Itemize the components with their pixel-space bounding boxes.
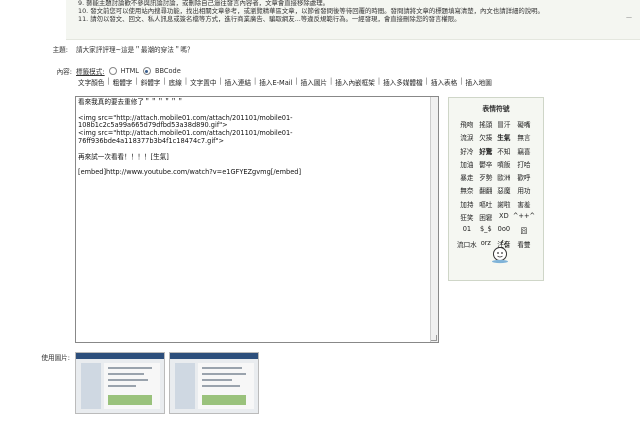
toolbar-button[interactable]: 文字置中 (188, 77, 218, 87)
emoticon-button[interactable]: 害羞 (513, 199, 535, 209)
subject-value[interactable]: 請大家評評理~這是＂最潮的穿法＂嗎？ (76, 44, 194, 54)
emoticon-button[interactable]: 加油 (457, 159, 477, 169)
emoticon-button[interactable]: 看雙 (513, 239, 535, 249)
forum-rules-panel: 9. 藝能主題討論歡不參與訊論討論，或刪除自己過往發言內容者，文章會直接移除處理… (66, 0, 640, 40)
emoticon-button[interactable]: 竊喜 (513, 146, 535, 156)
emoticon-button[interactable]: 歡呼 (513, 172, 535, 182)
toolbar-button[interactable]: 插入表格 (429, 77, 459, 87)
emoticon-panel-title: 表情符號 (482, 105, 510, 113)
subject-label: 主題: (52, 46, 68, 54)
emoticon-button[interactable]: XD (495, 212, 513, 222)
toolbar-button[interactable]: 插入圖片 (299, 77, 329, 87)
markup-mode-selector: 標籤模式: HTML BBCode (76, 66, 181, 76)
emoticon-button[interactable]: 加持 (457, 199, 477, 209)
toolbar-button[interactable]: 插入E-Mail (257, 77, 294, 87)
editor-scrollbar[interactable] (430, 97, 438, 342)
editor-line: [embed]http://www.youtube.com/watch?v=e1… (78, 168, 302, 177)
attached-image-2[interactable] (169, 352, 259, 414)
rule-11: 11. 請勿以發文、回文、私人訊息或簽名檔等方式，進行商業廣告、騙取網友...等… (78, 14, 461, 23)
emoticon-button[interactable]: 欠揍 (477, 132, 495, 142)
images-label: 使用圖片: (41, 354, 70, 362)
emoticon-button[interactable]: 惡魔 (495, 185, 513, 195)
emoticon-button[interactable]: 嘔吐 (477, 199, 495, 209)
toolbar-button[interactable]: 粗體字 (111, 77, 135, 87)
emoticon-button[interactable]: 謝啦 (495, 199, 513, 209)
emoticon-button[interactable]: 礙嘴 (513, 119, 535, 129)
emoticon-button[interactable]: 生氣 (495, 132, 513, 142)
toolbar-button[interactable]: 插入多媒體檔 (381, 77, 425, 87)
bbcode-mode-radio[interactable] (142, 67, 151, 75)
emoticon-button[interactable]: 好驚 (477, 146, 495, 156)
emoticon-grid: 飛吻 搖頭 冒汗 礙嘴流淚 欠揍 生氣 無言好冷 好驚 不知 竊喜加油 鬱卒 噴飯 打哈暴走 歹勢 歐洲 歡呼… (449, 119, 543, 249)
emoticon-button[interactable]: 飛吻 (457, 119, 477, 129)
toolbar-button[interactable]: 文字顏色 (76, 77, 106, 87)
emoticon-button[interactable]: 困窘 (477, 212, 495, 222)
bbcode-mode-label[interactable]: BBCode (155, 67, 181, 75)
emoticon-button[interactable]: 流口水 (457, 239, 477, 249)
editor-line: 看來我真的要去重修了＂＂＂＂＂＂ (78, 98, 184, 106)
emoticon-button[interactable]: 狂笑 (457, 212, 477, 222)
editor-text[interactable]: 看來我真的要去重修了＂＂＂＂＂＂ <img src="http://attach.… (78, 98, 436, 177)
emoticon-button[interactable]: 囧 (513, 225, 535, 235)
emoticon-button[interactable]: 不知 (495, 146, 513, 156)
emoticon-button[interactable]: 歐洲 (495, 172, 513, 182)
emoticon-button[interactable]: 搖頭 (477, 119, 495, 129)
bbcode-toolbar: 文字顏色 | 粗體字 | 斜體字 | 底線 | 文字置中 | 插入連結 | 插入E-Mail | 插入圖片 |… (76, 77, 494, 87)
emoticon-button[interactable]: 0o0 (495, 225, 513, 235)
toolbar-button[interactable]: 插入地圖 (463, 77, 493, 87)
attached-images (75, 352, 259, 414)
emoticon-button[interactable]: 01 (457, 225, 477, 235)
mascot-emoticon-icon[interactable] (489, 238, 513, 264)
emoticon-button[interactable]: 流淚 (457, 132, 477, 142)
content-editor[interactable]: 看來我真的要去重修了＂＂＂＂＂＂ <img src="http://attach.… (75, 96, 439, 343)
emoticon-button[interactable]: 無言 (513, 132, 535, 142)
emoticon-button[interactable]: 無奈 (457, 185, 477, 195)
toolbar-button[interactable]: 插入連結 (223, 77, 253, 87)
editor-line: 76ff936bde4a118377b3b4f1c18474c7.gif"> (78, 136, 225, 145)
rules-scroll-hint[interactable]: — (626, 14, 632, 21)
emoticon-button[interactable]: ^++^ (513, 212, 535, 222)
html-mode-radio[interactable] (108, 67, 117, 75)
emoticon-button[interactable]: 噴飯 (495, 159, 513, 169)
html-mode-label[interactable]: HTML (121, 67, 139, 75)
toolbar-button[interactable]: 斜體字 (139, 77, 163, 87)
toolbar-button[interactable]: 插入內嵌框架 (333, 77, 377, 87)
editor-line: 再來試一次看看！！！！[生氣] (78, 152, 169, 161)
emoticon-button[interactable]: 好冷 (457, 146, 477, 156)
emoticon-button[interactable]: 打哈 (513, 159, 535, 169)
toolbar-button[interactable]: 底線 (167, 77, 184, 87)
markup-mode-label: 標籤模式: (76, 68, 105, 76)
emoticon-button[interactable]: 暴走 (457, 172, 477, 182)
editor-resize-handle[interactable] (431, 335, 437, 341)
emoticon-button[interactable]: 鬱卒 (477, 159, 495, 169)
emoticon-button[interactable]: 用功 (513, 185, 535, 195)
emoticon-button[interactable]: 歹勢 (477, 172, 495, 182)
emoticon-panel: 表情符號 飛吻 搖頭 冒汗 礙嘴流淚 欠揍 生氣 無言好冷 好驚 不知 竊喜加油 鬱卒 噴飯 打哈暴走歹… (448, 97, 544, 281)
emoticon-button[interactable]: 翻翻 (477, 185, 495, 195)
content-label: 內容: (56, 68, 72, 76)
emoticon-button[interactable]: 冒汗 (495, 119, 513, 129)
emoticon-button[interactable]: $_$ (477, 225, 495, 235)
attached-image-1[interactable] (75, 352, 165, 414)
